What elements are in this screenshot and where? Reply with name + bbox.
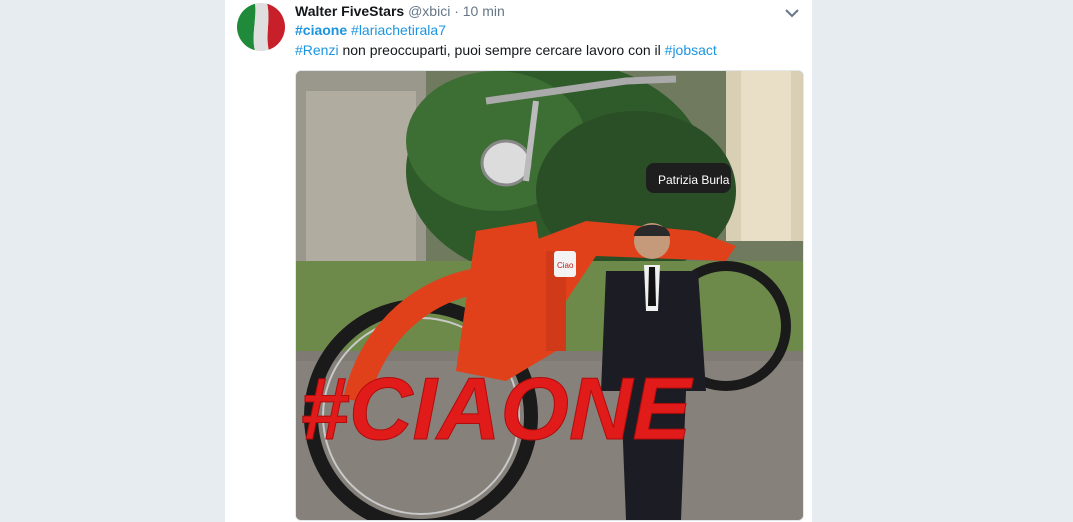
tweet-text-line-1: #ciaone #lariachetirala7 (295, 21, 446, 39)
hashtag-renzi[interactable]: #Renzi (295, 42, 339, 58)
avatar[interactable] (237, 3, 285, 51)
hashtag-ciaone[interactable]: #ciaone (295, 22, 347, 38)
media-photo: Patrizia Burla Ciao #CIAONE (296, 71, 803, 520)
tweet-text: non preoccuparti, puoi sempre cercare la… (338, 42, 665, 58)
hashtag-jobsact[interactable]: #jobsact (665, 42, 717, 58)
tweet-header: Walter FiveStars @xbici · 10 min (295, 3, 505, 19)
separator: · (454, 3, 459, 19)
chevron-down-icon[interactable] (783, 6, 801, 20)
tweet-media-image[interactable]: Patrizia Burla Ciao #CIAONE (295, 70, 804, 521)
ciaone-overlay-text: #CIAONE (300, 359, 693, 458)
tweet-card: Walter FiveStars @xbici · 10 min #ciaone… (225, 0, 812, 522)
italian-flag-avatar-icon (237, 3, 285, 51)
author-handle[interactable]: @xbici (408, 3, 450, 19)
seat-label: Patrizia Burla (658, 173, 730, 187)
author-name[interactable]: Walter FiveStars (295, 3, 404, 19)
tweet-text-line-2: #Renzi non preoccuparti, puoi sempre cer… (295, 41, 717, 59)
moped-badge: Ciao (557, 261, 574, 270)
hashtag-lariachetirala7[interactable]: #lariachetirala7 (351, 22, 446, 38)
tweet-time[interactable]: 10 min (463, 3, 505, 19)
